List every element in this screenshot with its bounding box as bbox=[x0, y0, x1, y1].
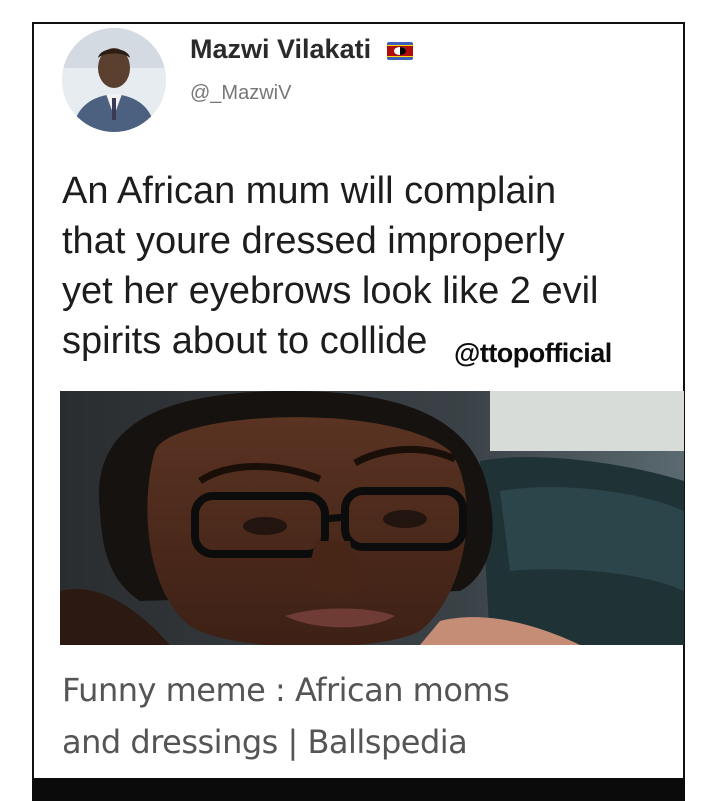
tweet-card: Mazwi Vilakati @_MazwiV An African mum w… bbox=[34, 24, 684, 778]
display-name[interactable]: Mazwi Vilakati bbox=[190, 34, 413, 65]
frame-bottom bbox=[32, 778, 685, 801]
tweet-text: An African mum will complain that youre … bbox=[62, 166, 682, 366]
avatar[interactable] bbox=[62, 28, 166, 132]
tweet-line: yet her eyebrows look like 2 evil bbox=[62, 270, 599, 312]
handle[interactable]: @_MazwiV bbox=[190, 82, 291, 105]
frame-left bbox=[0, 0, 32, 801]
display-name-text: Mazwi Vilakati bbox=[190, 34, 372, 64]
tweet-line: An African mum will complain bbox=[62, 170, 557, 212]
tweet-line: that youre dressed improperly bbox=[62, 220, 565, 262]
frame-right bbox=[685, 24, 720, 801]
meme-photo[interactable] bbox=[60, 391, 684, 645]
woman-with-glasses-photo bbox=[60, 391, 684, 645]
profile-photo-icon bbox=[62, 28, 166, 132]
eswatini-flag-icon bbox=[386, 41, 413, 60]
caption: Funny meme : African moms and dressings … bbox=[62, 664, 662, 768]
watermark: @ttopofficial bbox=[454, 338, 612, 368]
caption-line: and dressings | Ballspedia bbox=[62, 723, 468, 761]
caption-line: Funny meme : African moms bbox=[62, 671, 510, 709]
